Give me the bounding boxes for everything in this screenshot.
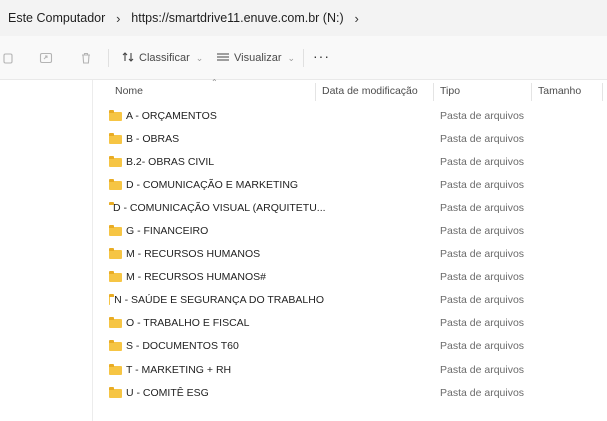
folder-icon — [109, 155, 122, 167]
list-item[interactable]: G - FINANCEIRO Pasta de arquivos — [93, 219, 607, 242]
column-separator[interactable] — [602, 83, 603, 101]
chevron-down-icon: ⌄ — [287, 52, 296, 63]
list-item[interactable]: O - TRABALHO E FISCAL Pasta de arquivos — [93, 312, 607, 335]
view-icon — [216, 51, 230, 66]
file-name: D - COMUNICAÇÃO VISUAL (ARQUITETU... — [113, 201, 326, 214]
folder-icon — [109, 271, 122, 283]
file-type: Pasta de arquivos — [440, 178, 525, 191]
list-item[interactable]: U - COMITÊ ESG Pasta de arquivos — [93, 381, 607, 404]
file-name: S - DOCUMENTOS T60 — [126, 340, 239, 353]
toolbar-divider — [303, 49, 304, 67]
file-name: D - COMUNICAÇÃO E MARKETING — [126, 178, 299, 191]
file-type: Pasta de arquivos — [440, 201, 525, 214]
folder-icon — [109, 294, 115, 306]
chevron-right-icon[interactable]: › — [346, 11, 368, 26]
column-headers: ⌃ Nome Data de modificação Tipo Tamanho — [93, 78, 607, 102]
list-item[interactable]: S - DOCUMENTOS T60 Pasta de arquivos — [93, 335, 607, 358]
toolbar-divider — [108, 49, 109, 67]
list-item[interactable]: B.2- OBRAS CIVIL Pasta de arquivos — [93, 150, 607, 173]
breadcrumb-this-pc[interactable]: Este Computador — [6, 11, 107, 25]
breadcrumb-network-drive[interactable]: https://smartdrive11.enuve.com.br (N:) — [129, 11, 345, 25]
file-type: Pasta de arquivos — [440, 271, 525, 284]
file-name: O - TRABALHO E FISCAL — [126, 317, 250, 330]
file-name: M - RECURSOS HUMANOS# — [126, 271, 267, 284]
list-item[interactable]: M - RECURSOS HUMANOS# Pasta de arquivos — [93, 266, 607, 289]
command-bar: Classificar ⌄ Visualizar ⌄ ··· — [0, 36, 607, 80]
navigation-pane[interactable] — [0, 80, 93, 421]
folder-icon — [109, 109, 122, 121]
list-item[interactable]: N - SAÚDE E SEGURANÇA DO TRABALHO Pasta … — [93, 289, 607, 312]
file-type: Pasta de arquivos — [440, 363, 525, 376]
file-explorer-window: Este Computador › https://smartdrive11.e… — [0, 0, 607, 421]
sort-icon — [121, 51, 135, 66]
view-button[interactable]: Visualizar ⌄ — [216, 49, 295, 67]
file-name: B.2- OBRAS CIVIL — [126, 155, 215, 168]
list-item[interactable]: T - MARKETING + RH Pasta de arquivos — [93, 358, 607, 381]
list-item[interactable]: D - COMUNICAÇÃO E MARKETING Pasta de arq… — [93, 173, 607, 196]
column-header-modified[interactable]: Data de modificação — [316, 80, 433, 102]
chevron-right-icon[interactable]: › — [107, 11, 129, 26]
file-name: T - MARKETING + RH — [126, 363, 232, 376]
file-name: G - FINANCEIRO — [126, 225, 209, 238]
file-name: B - OBRAS — [126, 132, 180, 145]
file-type: Pasta de arquivos — [440, 109, 525, 122]
list-item[interactable]: B - OBRAS Pasta de arquivos — [93, 127, 607, 150]
trash-icon[interactable] — [78, 50, 94, 66]
column-header-size[interactable]: Tamanho — [532, 80, 602, 102]
file-type: Pasta de arquivos — [440, 317, 525, 330]
folder-icon — [109, 340, 122, 352]
folder-icon — [109, 225, 122, 237]
file-list: A - ORÇAMENTOS Pasta de arquivos B - OBR… — [93, 104, 607, 404]
list-item[interactable]: M - RECURSOS HUMANOS Pasta de arquivos — [93, 243, 607, 266]
folder-icon — [109, 132, 122, 144]
file-type: Pasta de arquivos — [440, 155, 525, 168]
file-type: Pasta de arquivos — [440, 132, 525, 145]
file-type: Pasta de arquivos — [440, 225, 525, 238]
view-label: Visualizar — [234, 52, 282, 64]
list-item[interactable]: D - COMUNICAÇÃO VISUAL (ARQUITETU... Pas… — [93, 196, 607, 219]
address-bar[interactable]: Este Computador › https://smartdrive11.e… — [0, 0, 607, 36]
file-type: Pasta de arquivos — [440, 248, 525, 261]
file-name: U - COMITÊ ESG — [126, 386, 209, 399]
more-icon[interactable]: ··· — [313, 48, 330, 64]
file-type: Pasta de arquivos — [440, 294, 525, 307]
file-type: Pasta de arquivos — [440, 386, 525, 399]
file-name: M - RECURSOS HUMANOS — [126, 248, 261, 261]
folder-icon — [109, 363, 122, 375]
column-header-type[interactable]: Tipo — [434, 80, 531, 102]
list-item[interactable]: A - ORÇAMENTOS Pasta de arquivos — [93, 104, 607, 127]
sort-button[interactable]: Classificar ⌄ — [121, 49, 203, 67]
share-icon[interactable] — [38, 50, 54, 66]
column-header-name[interactable]: Nome — [109, 80, 315, 102]
folder-icon — [109, 386, 122, 398]
copy-icon[interactable] — [2, 50, 18, 66]
sort-label: Classificar — [139, 52, 190, 64]
chevron-down-icon: ⌄ — [195, 52, 204, 63]
folder-icon — [109, 317, 122, 329]
file-name: A - ORÇAMENTOS — [126, 109, 217, 122]
folder-icon — [109, 178, 122, 190]
file-name: N - SAÚDE E SEGURANÇA DO TRABALHO — [114, 294, 324, 307]
folder-icon — [109, 248, 122, 260]
file-type: Pasta de arquivos — [440, 340, 525, 353]
